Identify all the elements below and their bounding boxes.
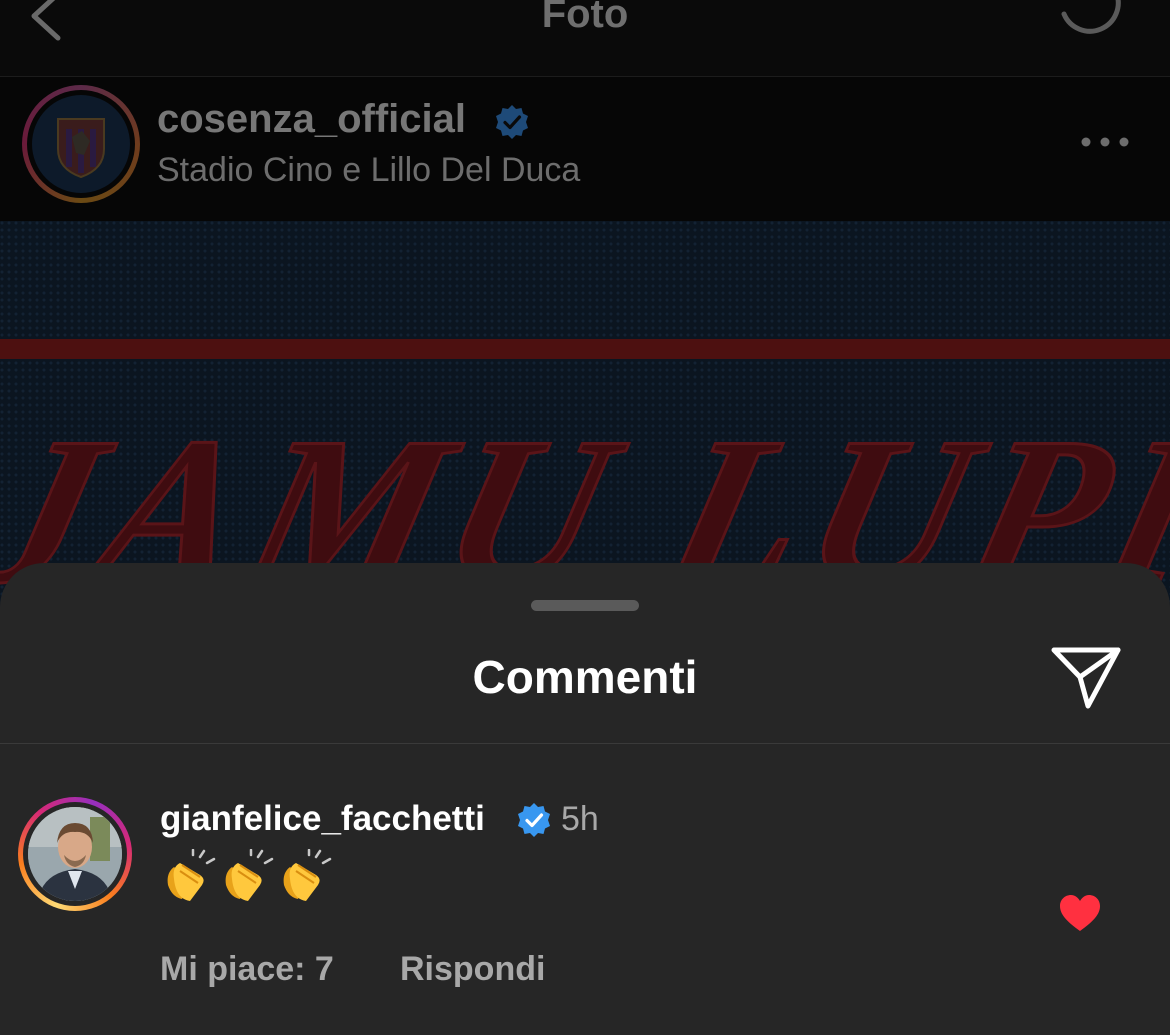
page-title: Foto [541, 0, 629, 36]
avatar-photo [28, 807, 122, 901]
comment-username[interactable]: gianfelice_facchetti [160, 797, 485, 841]
verified-badge-icon [518, 803, 550, 837]
comment-item: gianfelice_facchetti 5h 👏👏👏 [0, 795, 1170, 988]
more-horizontal-icon[interactable] [1078, 127, 1132, 157]
photo-screen: Foto cosenza_official Stadio Cino e Lill… [0, 0, 1170, 1035]
person-avatar-icon [28, 807, 122, 901]
comments-sheet: Commenti gianfelice_facchetti 5h Mi piac… [0, 563, 1170, 1035]
heart-icon[interactable] [1058, 893, 1102, 933]
clapping-hands-emoji [225, 849, 274, 901]
commenter-avatar[interactable] [18, 797, 132, 911]
verified-badge-icon [496, 105, 528, 139]
sheet-divider [0, 743, 1170, 744]
clapping-hands-emoji [167, 849, 216, 901]
clapping-hands-emoji [283, 849, 332, 901]
post-header: cosenza_official Stadio Cino e Lillo Del… [0, 77, 1170, 221]
send-icon[interactable] [1048, 643, 1124, 713]
shield-logo-icon [57, 118, 105, 179]
post-author-avatar[interactable] [22, 85, 140, 203]
comment-likes-count[interactable]: Mi piace: 7 [160, 947, 334, 991]
club-logo [32, 95, 130, 193]
sheet-drag-handle[interactable] [531, 600, 639, 611]
comment-text: 👏👏👏 [160, 849, 334, 909]
loading-spinner-icon [1061, 0, 1121, 34]
post-image[interactable]: JAMU LUPI [0, 221, 1170, 621]
reply-button[interactable]: Rispondi [400, 947, 545, 991]
image-graphic: JAMU LUPI [0, 393, 1170, 621]
post-location[interactable]: Stadio Cino e Lillo Del Duca [157, 149, 580, 191]
comment-timestamp: 5h [561, 800, 599, 838]
comments-title: Commenti [472, 651, 698, 703]
post-username[interactable]: cosenza_official [157, 95, 466, 143]
top-navigation-bar: Foto [0, 0, 1170, 77]
